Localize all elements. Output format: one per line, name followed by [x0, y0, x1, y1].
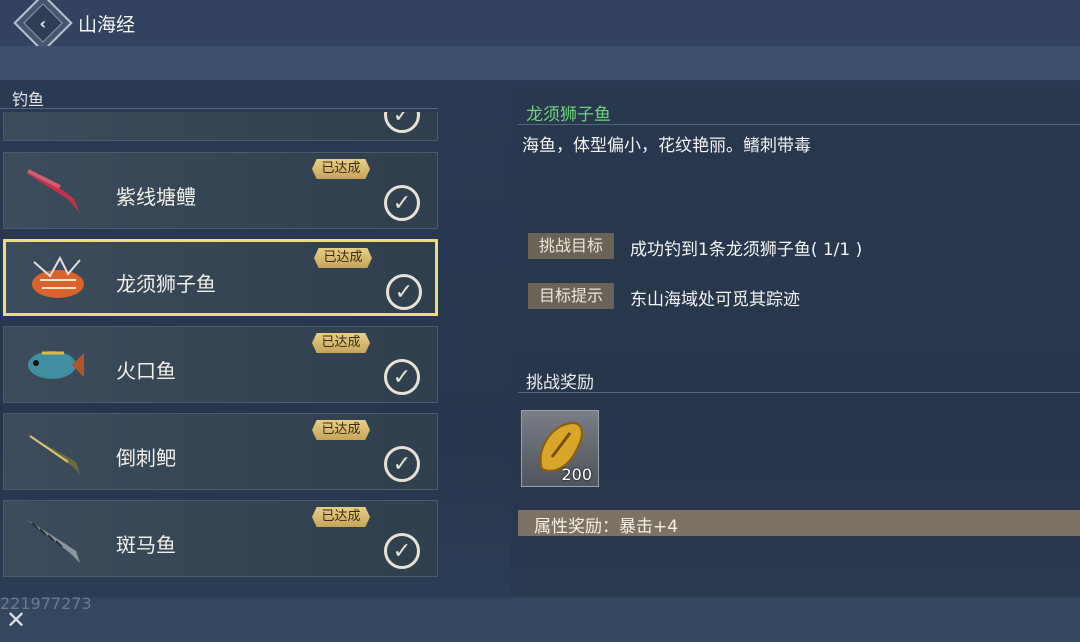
category-label: 钓鱼 [12, 90, 45, 109]
bottom-bar [0, 598, 1080, 642]
check-icon: ✓ [386, 274, 422, 310]
list-item-fish-1[interactable]: 紫线塘鳢 已达成 ✓ [3, 152, 438, 229]
list-item-partial[interactable]: ✓ [3, 112, 438, 141]
close-icon[interactable]: ✕ [6, 606, 26, 634]
attribute-reward-bar: 属性奖励：暴击+4 [518, 510, 1080, 537]
detail-divider [518, 124, 1080, 125]
check-icon: ✓ [384, 359, 420, 395]
attribute-reward-text: 属性奖励：暴击+4 [534, 517, 679, 537]
detail-fish-name: 龙须狮子鱼 [526, 105, 611, 125]
sub-bar [0, 46, 1080, 80]
item-quantity: 200 [561, 465, 592, 484]
detail-description: 海鱼，体型偏小，花纹艳丽。鳍刺带毒 [522, 136, 811, 156]
list-item-fish-2[interactable]: 龙须狮子鱼 已达成 ✓ [3, 239, 438, 316]
chevron-left-icon: ‹ [23, 3, 63, 43]
achieved-badge: 已达成 [312, 159, 370, 179]
fish-name: 龙须狮子鱼 [116, 272, 216, 296]
check-icon: ✓ [384, 112, 420, 133]
list-item-fish-4[interactable]: 倒刺鲃 已达成 ✓ [3, 413, 438, 490]
list-item-fish-5[interactable]: 斑马鱼 已达成 ✓ [3, 500, 438, 577]
achieved-badge: 已达成 [312, 507, 370, 527]
achieved-badge: 已达成 [312, 333, 370, 353]
fish-icon [28, 351, 84, 379]
check-icon: ✓ [384, 533, 420, 569]
achieved-badge: 已达成 [312, 420, 370, 440]
list-item-fish-3[interactable]: 火口鱼 已达成 ✓ [3, 326, 438, 403]
check-icon: ✓ [384, 185, 420, 221]
achieved-badge: 已达成 [314, 248, 372, 268]
fish-name: 紫线塘鳢 [116, 185, 196, 209]
hint-text: 东山海域处可觅其踪迹 [630, 290, 800, 310]
fish-name: 火口鱼 [116, 359, 176, 383]
fish-name: 倒刺鲃 [116, 446, 176, 470]
fish-icon [26, 434, 80, 474]
fish-icon [32, 255, 84, 298]
check-icon: ✓ [384, 446, 420, 482]
fish-list[interactable]: ✓ 紫线塘鳢 已达成 ✓ 龙须狮子鱼 已达成 ✓ 火口鱼 已达成 ✓ 倒刺鲃 已… [3, 112, 439, 592]
top-bar: ‹ 山海经 [0, 0, 1080, 53]
challenge-goal-tag: 挑战目标 [528, 233, 614, 259]
page-title: 山海经 [78, 14, 136, 36]
reward-item[interactable]: 200 [521, 410, 599, 487]
hint-tag: 目标提示 [528, 283, 614, 309]
challenge-goal-text: 成功钓到1条龙须狮子鱼( 1/1 ) [630, 240, 863, 260]
back-button[interactable]: ‹ [13, 0, 73, 53]
reward-divider [518, 392, 1080, 393]
category-divider [0, 108, 438, 109]
fish-name: 斑马鱼 [116, 533, 176, 557]
reward-heading: 挑战奖励 [526, 373, 594, 393]
fish-icon [26, 519, 80, 563]
fish-icon [26, 169, 80, 213]
